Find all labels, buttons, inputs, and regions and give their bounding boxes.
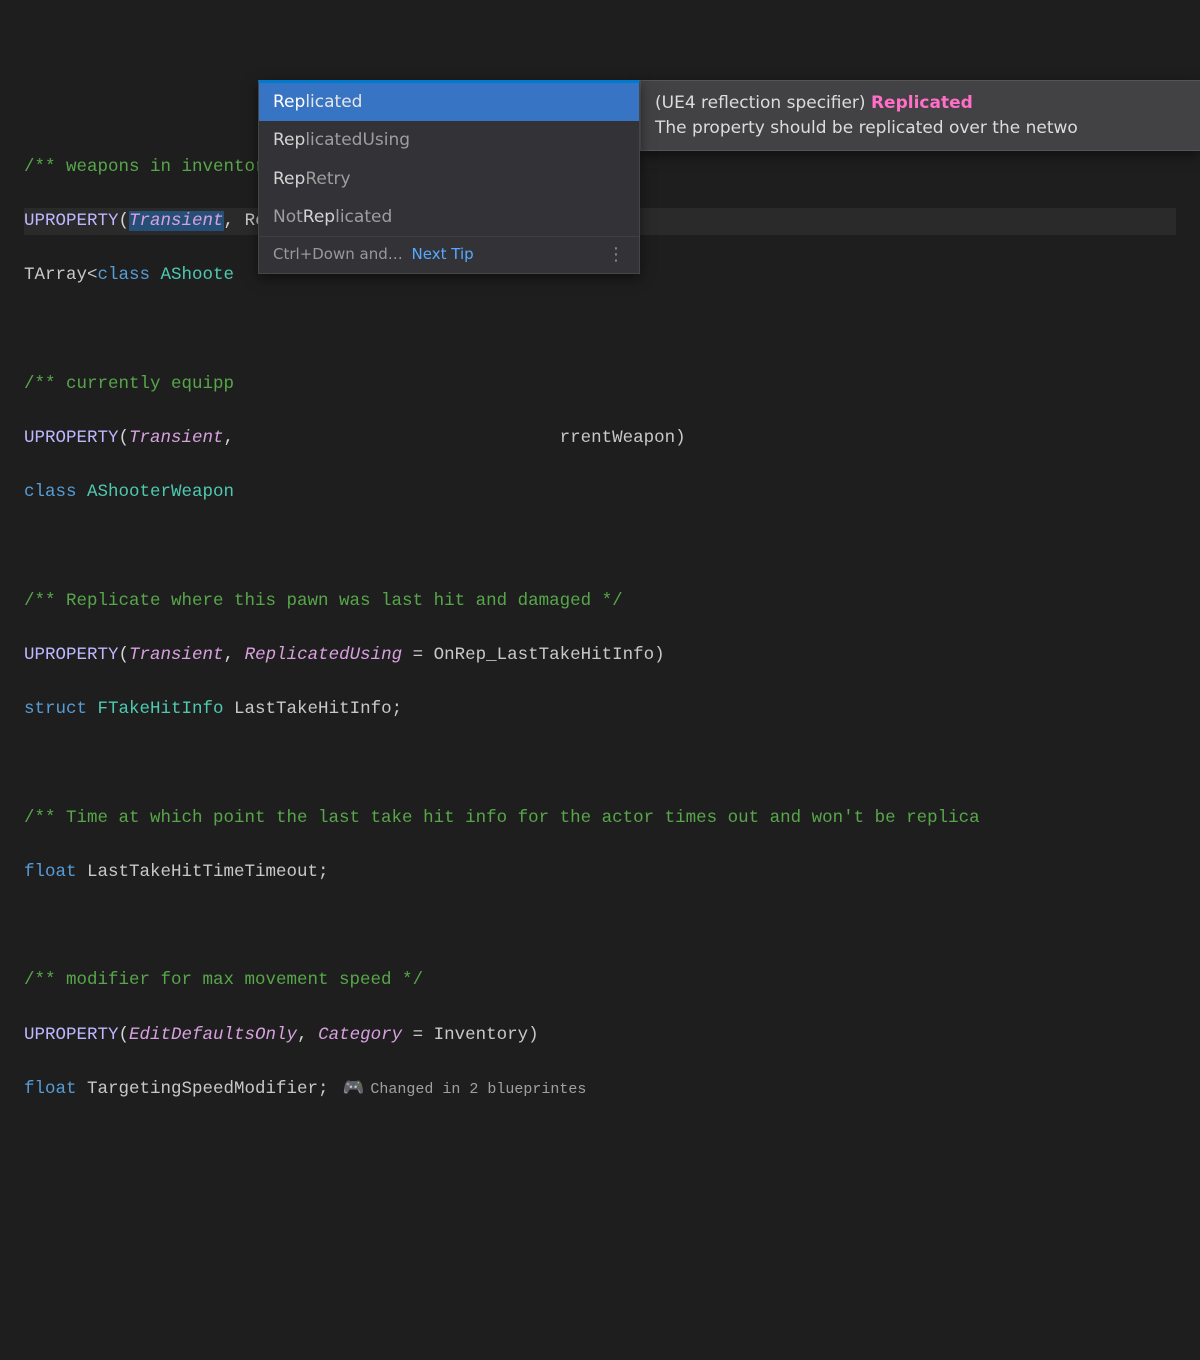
code-comment: /** currently equipp xyxy=(24,374,234,394)
autocomplete-popup[interactable]: Replicated ReplicatedUsing RepRetry NotR… xyxy=(258,80,640,274)
code-comment: /** modifier for max movement speed */ xyxy=(24,970,423,990)
doc-tooltip: (UE4 reflection specifier) Replicated Th… xyxy=(640,80,1200,151)
code-comment: /** Replicate where this pawn was last h… xyxy=(24,591,623,611)
code-comment: /** Time at which point the last take hi… xyxy=(24,808,980,828)
completion-item[interactable]: Replicated xyxy=(259,83,639,121)
selection: Transient xyxy=(129,211,224,231)
completion-tip-bar: Ctrl+Down and… Next Tip ⋮ xyxy=(259,236,639,272)
completion-item[interactable]: ReplicatedUsing xyxy=(259,121,639,159)
doc-title: (UE4 reflection specifier) Replicated xyxy=(655,91,1186,116)
next-tip-link[interactable]: Next Tip xyxy=(412,245,474,263)
code-text: TArray< xyxy=(24,265,98,285)
tip-shortcut: Ctrl+Down and… xyxy=(273,245,403,263)
completion-item[interactable]: NotReplicated xyxy=(259,198,639,236)
macro: UPROPERTY xyxy=(24,211,119,231)
completion-item[interactable]: RepRetry xyxy=(259,160,639,198)
kebab-icon[interactable]: ⋮ xyxy=(607,251,625,258)
doc-body: The property should be replicated over t… xyxy=(655,116,1186,141)
code-lens-hint[interactable]: Changed in 2 blueprintes xyxy=(370,1081,586,1098)
gamepad-icon: 🎮 xyxy=(343,1079,365,1099)
